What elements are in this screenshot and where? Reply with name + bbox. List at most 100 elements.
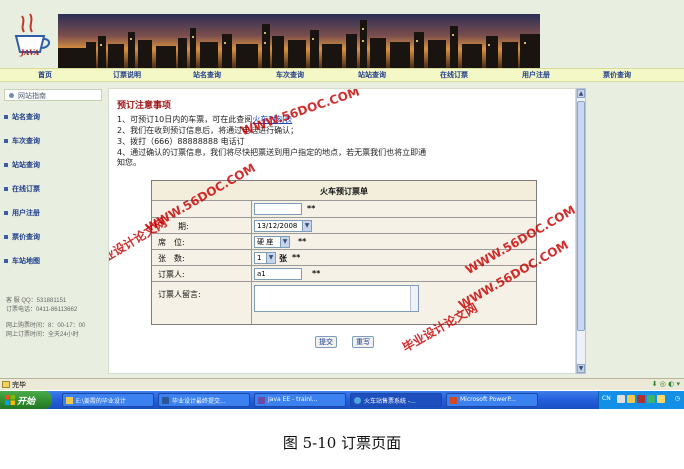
submit-button[interactable]: 提交	[315, 336, 337, 348]
sidebar-item-train-query[interactable]: 车次查询	[12, 136, 40, 146]
sidebar-item-station-to-station[interactable]: 站站查询	[12, 160, 40, 170]
nav-user-register[interactable]: 用户注册	[522, 70, 550, 80]
online-booking-hours: 网上订票时间：全天24小时	[6, 332, 79, 338]
eclipse-icon	[258, 397, 265, 404]
status-text: 完毕	[12, 381, 26, 389]
message-textarea[interactable]	[254, 285, 419, 312]
chevron-down-icon: ▼	[266, 253, 275, 263]
seat-select[interactable]: 硬 座 ▼	[254, 236, 290, 248]
notice-line-4: 4、通过确认的订票信息，我们将尽快把票送到用户指定的地点，若无票我们也将立即通	[117, 148, 427, 157]
nav-station-to-station[interactable]: 站站查询	[358, 70, 386, 80]
date-select-value: 13/12/2008	[257, 222, 298, 230]
square-bullet-icon	[4, 235, 8, 239]
nav-online-booking[interactable]: 在线订票	[440, 70, 468, 80]
nav-station-query[interactable]: 站名查询	[193, 70, 221, 80]
task-word-document[interactable]: 毕业设计最终提交...	[158, 393, 250, 407]
booking-form-table: 火车预订票单 ** 期: 13/12/2008 ▼ 席 位: 硬 座 ▼ ** …	[151, 180, 537, 325]
form-label-cell: 期:	[152, 218, 252, 233]
help-icon[interactable]	[627, 395, 635, 403]
page-scrollbar[interactable]: ▲ ▼	[576, 88, 586, 374]
main-content-panel: 预订注意事项 1、可预订10日内的车票，可在此查阅火车时刻表 2、我们在收到预订…	[108, 88, 576, 374]
antivirus-icon[interactable]	[637, 395, 645, 403]
windows-taskbar: 开始 E:\姜霞的毕业设计 毕业设计最终提交... Java EE - trai…	[0, 391, 684, 409]
scroll-down-arrow-icon[interactable]: ▼	[577, 364, 585, 373]
square-bullet-icon	[4, 163, 8, 167]
windows-logo-icon	[5, 395, 15, 405]
booker-name-input[interactable]: a1	[254, 268, 302, 280]
sidebar-item-fare-query[interactable]: 票价查询	[12, 232, 40, 242]
required-mark: **	[307, 204, 316, 213]
task-java-ee[interactable]: Java EE - trainl...	[254, 393, 346, 407]
volume-icon[interactable]	[657, 395, 665, 403]
main-navbar: 首页 订票说明 站名查询 车次查询 站站查询 在线订票 用户注册 票价查询	[0, 68, 684, 82]
date-label: 期:	[178, 222, 189, 231]
sidebar-item-online-booking[interactable]: 在线订票	[12, 184, 40, 194]
browser-page: JAVA 首页 订票说明 站名查询 车次查询 站站查询 在线订票 用户注册 票价…	[0, 0, 684, 378]
form-label-cell: 订票人留言:	[152, 282, 252, 324]
square-bullet-icon	[4, 187, 8, 191]
input-method-icon[interactable]	[617, 395, 625, 403]
language-indicator[interactable]: CN	[602, 395, 611, 402]
count-label: 张 数:	[158, 254, 185, 263]
system-tray: CN ◷	[598, 391, 684, 409]
bullet-icon	[9, 93, 14, 98]
sidebar-item-station-map[interactable]: 车站地图	[12, 256, 40, 266]
form-title: 火车预订票单	[320, 187, 368, 196]
square-bullet-icon	[4, 139, 8, 143]
notice-line-3: 3、拨打（666）88888888 电话订	[117, 137, 245, 146]
reset-button[interactable]: 重写	[352, 336, 374, 348]
task-label: Java EE - trainl...	[268, 396, 318, 403]
task-explorer[interactable]: E:\姜霞的毕业设计	[62, 393, 154, 407]
scroll-up-arrow-icon[interactable]: ▲	[577, 89, 585, 98]
form-row-first: **	[152, 201, 536, 218]
online-purchase-hours: 网上购票时间：8：00-17：00	[6, 323, 86, 329]
first-text-input[interactable]	[254, 203, 302, 215]
browser-status-bar: 完毕 ⬇ ◎ ◐ ▾	[0, 378, 684, 390]
contact-phone: 订票电话：0411-86113662	[6, 307, 78, 313]
ticket-count-value: 1	[257, 254, 262, 262]
seat-label: 席 位:	[158, 238, 185, 247]
nav-home[interactable]: 首页	[38, 70, 52, 80]
network-icon[interactable]	[647, 395, 655, 403]
task-powerpoint[interactable]: Microsoft PowerP...	[446, 393, 538, 407]
task-label: 火车站售票系统 -...	[364, 398, 416, 405]
form-row-message: 订票人留言:	[152, 282, 536, 324]
start-button[interactable]: 开始	[0, 391, 52, 409]
form-title-row: 火车预订票单	[152, 181, 536, 201]
notice-title: 预订注意事项	[117, 101, 172, 111]
booker-label: 订票人:	[158, 270, 185, 279]
notice-line-2: 2、我们在收到预订信息后，将通过电话进行确认；	[117, 126, 299, 135]
form-label-cell: 张 数:	[152, 250, 252, 265]
form-row-seat: 席 位: 硬 座 ▼ **	[152, 234, 536, 250]
nav-fare-query[interactable]: 票价查询	[603, 70, 631, 80]
start-label: 开始	[17, 397, 36, 407]
ticket-count-select[interactable]: 1 ▼	[254, 252, 276, 264]
form-label-cell: 订票人:	[152, 266, 252, 281]
task-label: 毕业设计最终提交...	[172, 398, 226, 405]
required-mark: **	[298, 237, 307, 246]
date-select[interactable]: 13/12/2008 ▼	[254, 220, 312, 232]
left-sidebar: 网站指南 站名查询 车次查询 站站查询 在线订票 用户注册 票价查询 车站地图 …	[0, 84, 104, 374]
task-ticket-system-browser[interactable]: 火车站售票系统 -...	[350, 393, 442, 407]
notice-line-5: 知您。	[117, 158, 141, 167]
ticket-count-unit: 张	[279, 254, 287, 263]
screenshot-stage: JAVA 首页 订票说明 站名查询 车次查询 站站查询 在线订票 用户注册 票价…	[0, 0, 684, 469]
figure-caption: 图 5-10 订票页面	[282, 434, 402, 452]
square-bullet-icon	[4, 259, 8, 263]
word-document-icon	[162, 397, 169, 404]
notice-line-1: 1、可预订10日内的车票，可在此查阅火车时刻表	[117, 114, 292, 125]
scrollbar-thumb[interactable]	[577, 101, 585, 331]
contact-qq: 客 服 QQ：531881151	[6, 298, 67, 304]
status-zoom-icons[interactable]: ⬇ ◎ ◐ ▾	[652, 380, 680, 388]
form-label-cell	[152, 201, 252, 217]
nav-booking-guide[interactable]: 订票说明	[113, 70, 141, 80]
sidebar-item-station-query[interactable]: 站名查询	[12, 112, 40, 122]
nav-train-query[interactable]: 车次查询	[276, 70, 304, 80]
sidebar-item-user-register[interactable]: 用户注册	[12, 208, 40, 218]
textarea-scrollbar[interactable]	[410, 286, 418, 311]
seat-select-value: 硬 座	[257, 238, 274, 246]
train-timetable-link[interactable]: 火车时刻表	[252, 115, 292, 124]
clock-icon[interactable]: ◷	[675, 395, 680, 402]
square-bullet-icon	[4, 211, 8, 215]
form-label-cell: 席 位:	[152, 234, 252, 249]
